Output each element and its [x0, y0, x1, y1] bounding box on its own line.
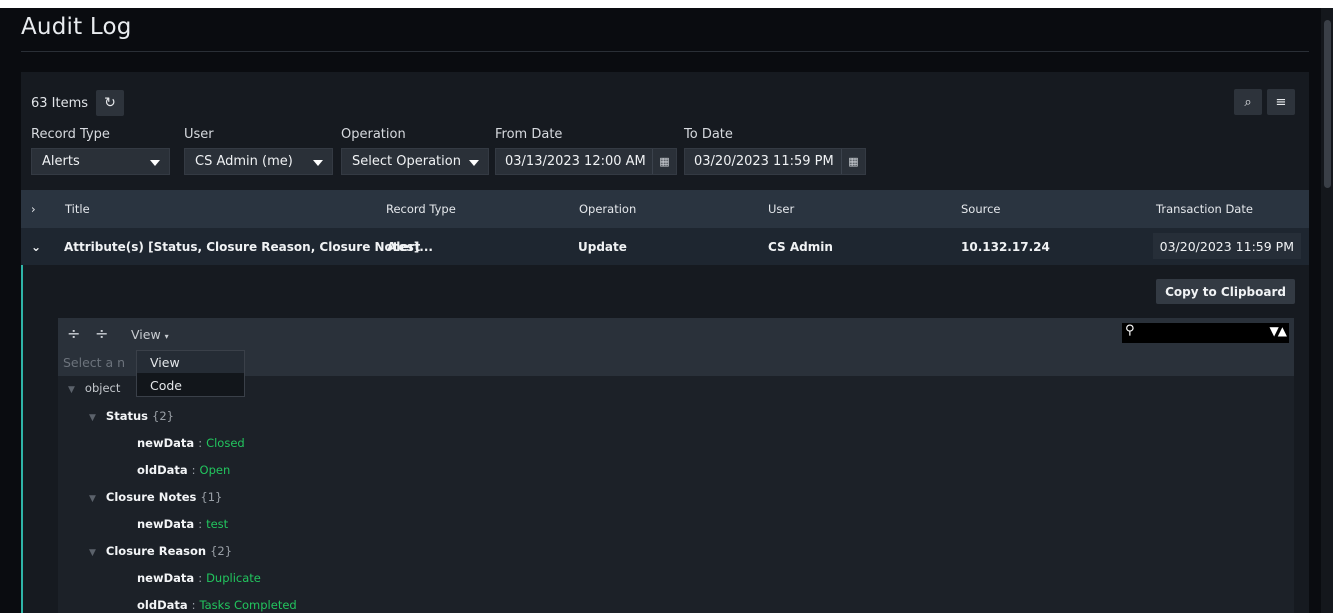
menu-icon: ≡	[1275, 94, 1287, 110]
row-user: CS Admin	[768, 240, 833, 254]
leaf-key: newData	[137, 517, 195, 531]
row-title: Attribute(s) [Status, Closure Reason, Cl…	[64, 240, 433, 254]
calendar-icon[interactable]: ▦	[652, 149, 676, 174]
leaf-separator: :	[191, 463, 196, 477]
tree-root-key: object	[84, 381, 121, 395]
leaf-value: test	[206, 517, 229, 531]
grid-header: › Title Record Type Operation User Sourc…	[21, 190, 1309, 228]
from-date-label: From Date	[495, 127, 563, 142]
leaf-separator: :	[191, 598, 196, 612]
refresh-icon: ↻	[104, 95, 116, 111]
chevron-down-icon	[469, 160, 479, 166]
tree-node-closure-reason[interactable]: ▼ Closure Reason {2}	[89, 544, 232, 558]
tree-node-root[interactable]: ▼ object	[68, 381, 120, 395]
expand-triangle-icon[interactable]: ▼	[89, 413, 96, 423]
user-select[interactable]: CS Admin (me)	[184, 148, 333, 175]
refresh-button[interactable]: ↻	[96, 90, 124, 116]
view-mode-label: View	[131, 327, 161, 342]
title-divider	[21, 51, 1309, 52]
leaf-key: oldData	[137, 598, 188, 612]
calendar-icon[interactable]: ▦	[841, 149, 865, 174]
row-transaction-date: 03/20/2023 11:59 PM	[1152, 233, 1301, 259]
detail-accent-bar	[21, 265, 23, 613]
chevron-down-icon	[150, 160, 160, 166]
column-header-record-type[interactable]: Record Type	[386, 202, 456, 216]
table-row[interactable]: ⌄ Attribute(s) [Status, Closure Reason, …	[21, 228, 1309, 265]
closure-notes-count: {1}	[200, 490, 223, 504]
chevron-down-icon	[313, 160, 323, 166]
search-button[interactable]: ⌕	[1234, 89, 1262, 115]
row-collapse-chevron-icon[interactable]: ⌄	[31, 240, 41, 254]
leaf-value: Tasks Completed	[199, 598, 297, 612]
status-key: Status	[105, 409, 148, 423]
tree-leaf[interactable]: newData: Duplicate	[137, 571, 261, 585]
to-date-value: 03/20/2023 11:59 PM	[694, 154, 834, 169]
leaf-value: Open	[199, 463, 231, 477]
column-header-user[interactable]: User	[768, 202, 794, 216]
leaf-value: Duplicate	[206, 571, 261, 585]
row-operation: Update	[578, 240, 627, 254]
view-mode-dropdown: View Code	[136, 350, 245, 397]
user-label: User	[184, 127, 214, 142]
record-type-select[interactable]: Alerts	[31, 148, 170, 175]
collapse-all-icon[interactable]: ÷	[95, 324, 108, 343]
status-count: {2}	[152, 409, 174, 423]
tree-node-status[interactable]: ▼ Status {2}	[89, 409, 174, 423]
tree-leaf[interactable]: oldData: Open	[137, 463, 230, 477]
audit-log-panel: 63 Items ↻ ⌕ ≡ Record Type Alerts User C…	[21, 72, 1309, 613]
chevron-down-icon: ▾	[164, 332, 169, 341]
from-date-input[interactable]: 03/13/2023 12:00 AM ▦	[495, 148, 677, 175]
user-value: CS Admin (me)	[195, 154, 293, 169]
items-count: 63 Items	[31, 96, 89, 111]
to-date-input[interactable]: 03/20/2023 11:59 PM ▦	[684, 148, 866, 175]
page-scrollbar[interactable]	[1321, 8, 1333, 613]
expand-all-rows-chevron[interactable]: ›	[31, 202, 36, 216]
copy-to-clipboard-button[interactable]: Copy to Clipboard	[1156, 279, 1295, 304]
leaf-separator: :	[198, 436, 203, 450]
page-title: Audit Log	[21, 14, 132, 40]
closure-reason-count: {2}	[210, 544, 233, 558]
leaf-key: newData	[137, 436, 195, 450]
column-header-title[interactable]: Title	[65, 202, 90, 216]
closure-reason-key: Closure Reason	[105, 544, 207, 558]
row-source: 10.132.17.24	[961, 240, 1050, 254]
leaf-separator: :	[198, 571, 203, 585]
from-date-value: 03/13/2023 12:00 AM	[505, 154, 646, 169]
leaf-separator: :	[198, 517, 203, 531]
leaf-key: oldData	[137, 463, 188, 477]
tree-leaf[interactable]: newData: Closed	[137, 436, 245, 450]
expand-all-icon[interactable]: ÷	[67, 324, 80, 343]
operation-select[interactable]: Select Operation	[341, 148, 489, 175]
node-path-placeholder: Select a n	[63, 355, 126, 370]
expand-triangle-icon[interactable]: ▼	[89, 494, 96, 504]
row-record-type: Alert	[387, 240, 421, 254]
view-mode-option-code[interactable]: Code	[137, 374, 244, 396]
operation-label: Operation	[341, 127, 406, 142]
record-type-value: Alerts	[42, 154, 80, 169]
leaf-key: newData	[137, 571, 195, 585]
search-icon: ⌕	[1244, 94, 1252, 110]
leaf-value: Closed	[206, 436, 245, 450]
record-type-label: Record Type	[31, 127, 110, 142]
view-mode-button[interactable]: View ▾	[131, 327, 169, 342]
tree-leaf[interactable]: oldData: Tasks Completed	[137, 598, 297, 612]
tree-node-closure-notes[interactable]: ▼ Closure Notes {1}	[89, 490, 222, 504]
operation-value: Select Operation	[352, 154, 461, 169]
top-header-bar	[0, 0, 1333, 8]
json-viewer: ÷ ÷ View ▾ ⚲ ▼▲ Select a n View Code ▼ ob…	[58, 318, 1294, 613]
expand-triangle-icon[interactable]: ▼	[89, 548, 96, 558]
scrollbar-thumb[interactable]	[1324, 20, 1331, 188]
view-mode-option-view[interactable]: View	[137, 351, 244, 373]
tree-leaf[interactable]: newData: test	[137, 517, 228, 531]
to-date-label: To Date	[684, 127, 733, 142]
json-search-input[interactable]: ⚲ ▼▲	[1122, 323, 1289, 343]
column-header-source[interactable]: Source	[961, 202, 1001, 216]
menu-button[interactable]: ≡	[1267, 89, 1295, 115]
expand-triangle-icon[interactable]: ▼	[68, 385, 75, 395]
column-header-operation[interactable]: Operation	[579, 202, 636, 216]
search-icon: ⚲	[1125, 323, 1135, 338]
search-prev-next-icon[interactable]: ▼▲	[1270, 324, 1287, 338]
closure-notes-key: Closure Notes	[105, 490, 197, 504]
column-header-transaction-date[interactable]: Transaction Date	[1156, 202, 1253, 216]
